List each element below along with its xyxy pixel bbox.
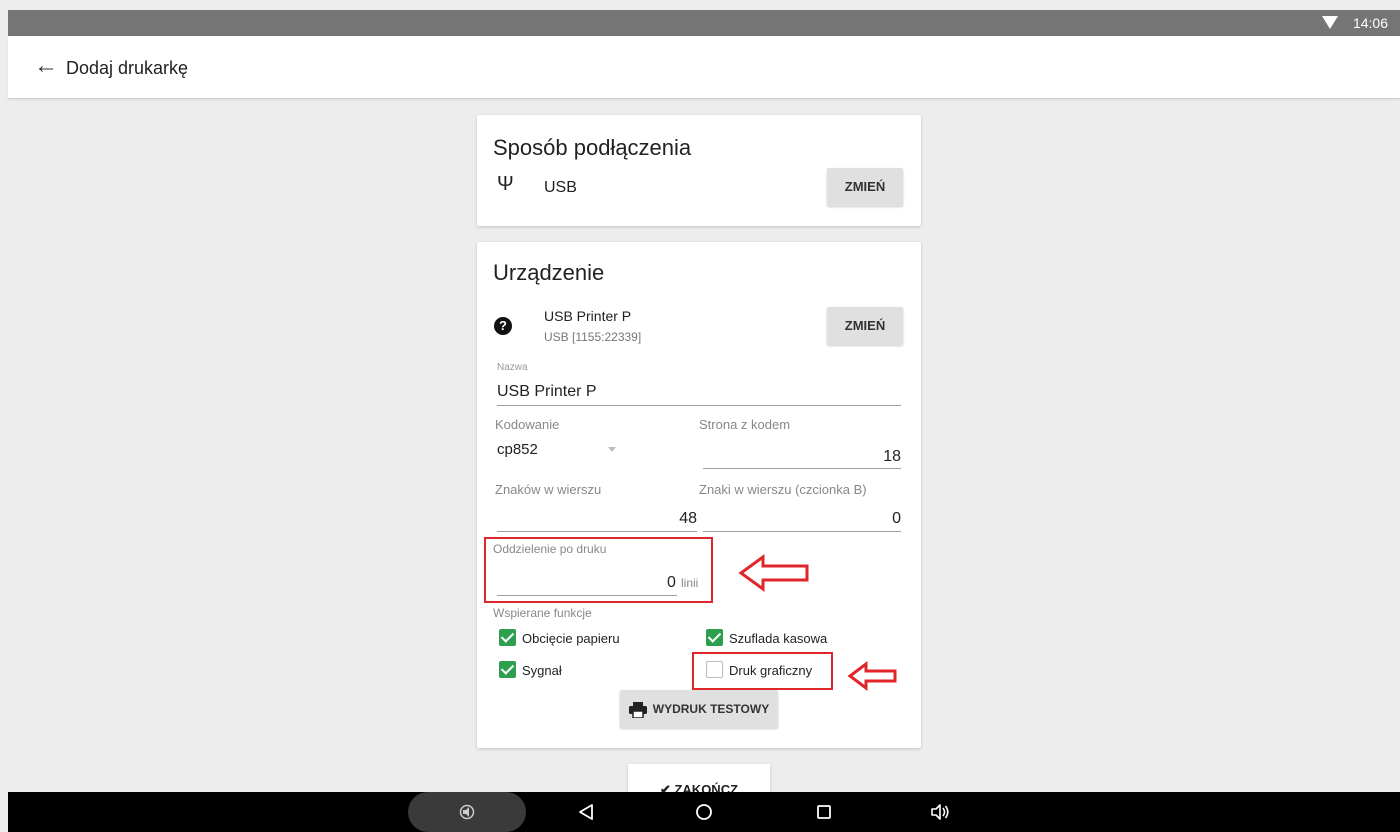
chars-label: Znaków w wierszu bbox=[495, 482, 602, 497]
printer-icon bbox=[628, 701, 647, 718]
volume-down-icon[interactable] bbox=[449, 792, 485, 832]
checkbox-beep-label: Sygnał bbox=[522, 663, 562, 678]
encoding-label: Kodowanie bbox=[495, 417, 560, 432]
back-arrow-icon[interactable]: ← bbox=[34, 54, 58, 78]
chars-b-label: Znaki w wierszu (czcionka B) bbox=[699, 482, 867, 497]
features-label: Wspierane funkcje bbox=[493, 606, 592, 620]
checkbox-cash-drawer[interactable] bbox=[706, 629, 723, 646]
chars-underline bbox=[497, 531, 697, 532]
recents-nav-icon[interactable] bbox=[804, 792, 844, 832]
chars-field[interactable]: 48 bbox=[679, 510, 697, 528]
checkbox-paper-cut-label: Obcięcie papieru bbox=[522, 631, 620, 646]
home-nav-icon[interactable] bbox=[684, 792, 724, 832]
chars-b-underline bbox=[703, 531, 901, 532]
device-name: USB Printer P bbox=[544, 308, 632, 324]
checkbox-beep[interactable] bbox=[499, 661, 516, 678]
status-time: 14:06 bbox=[1352, 15, 1388, 31]
chars-b-field[interactable]: 0 bbox=[892, 510, 901, 528]
usb-icon: Ψ bbox=[497, 173, 514, 195]
connection-type: USB bbox=[544, 179, 577, 196]
annotation-arrow-icon bbox=[738, 554, 809, 592]
highlight-box-separation bbox=[484, 537, 713, 603]
device-id: USB [1155:22339] bbox=[544, 330, 642, 344]
checkbox-cash-drawer-label: Szuflada kasowa bbox=[729, 631, 828, 646]
encoding-select[interactable]: cp852 bbox=[497, 441, 538, 458]
highlight-box-graphic-print bbox=[692, 652, 833, 690]
back-nav-icon[interactable] bbox=[566, 792, 606, 832]
codepage-field[interactable]: 18 bbox=[883, 448, 901, 466]
connection-card: Sposób podłączenia Ψ USB ZMIEŃ bbox=[477, 115, 921, 226]
status-bar: 14:06 bbox=[8, 10, 1400, 36]
volume-up-icon[interactable] bbox=[920, 792, 960, 832]
change-device-button[interactable]: ZMIEŃ bbox=[827, 307, 903, 345]
name-field-label: Nazwa bbox=[497, 362, 528, 373]
connection-title: Sposób podłączenia bbox=[493, 135, 692, 160]
codepage-label: Strona z kodem bbox=[699, 417, 791, 432]
change-connection-button[interactable]: ZMIEŃ bbox=[827, 168, 903, 206]
device-title: Urządzenie bbox=[493, 260, 605, 285]
dropdown-arrow-icon[interactable] bbox=[608, 447, 616, 452]
checkbox-paper-cut[interactable] bbox=[499, 629, 516, 646]
codepage-underline bbox=[703, 468, 901, 469]
system-nav-bar bbox=[8, 792, 1400, 832]
name-field-underline bbox=[497, 405, 901, 406]
page-title: Dodaj drukarkę bbox=[66, 58, 189, 78]
test-print-button[interactable]: WYDRUK TESTOWY bbox=[620, 690, 778, 728]
app-bar: ← Dodaj drukarkę bbox=[8, 36, 1400, 99]
name-field[interactable]: USB Printer P bbox=[497, 383, 597, 401]
wifi-icon bbox=[1322, 16, 1338, 29]
annotation-arrow-icon bbox=[848, 661, 897, 691]
test-print-label: WYDRUK TESTOWY bbox=[652, 702, 770, 716]
help-icon: ? bbox=[494, 317, 512, 335]
